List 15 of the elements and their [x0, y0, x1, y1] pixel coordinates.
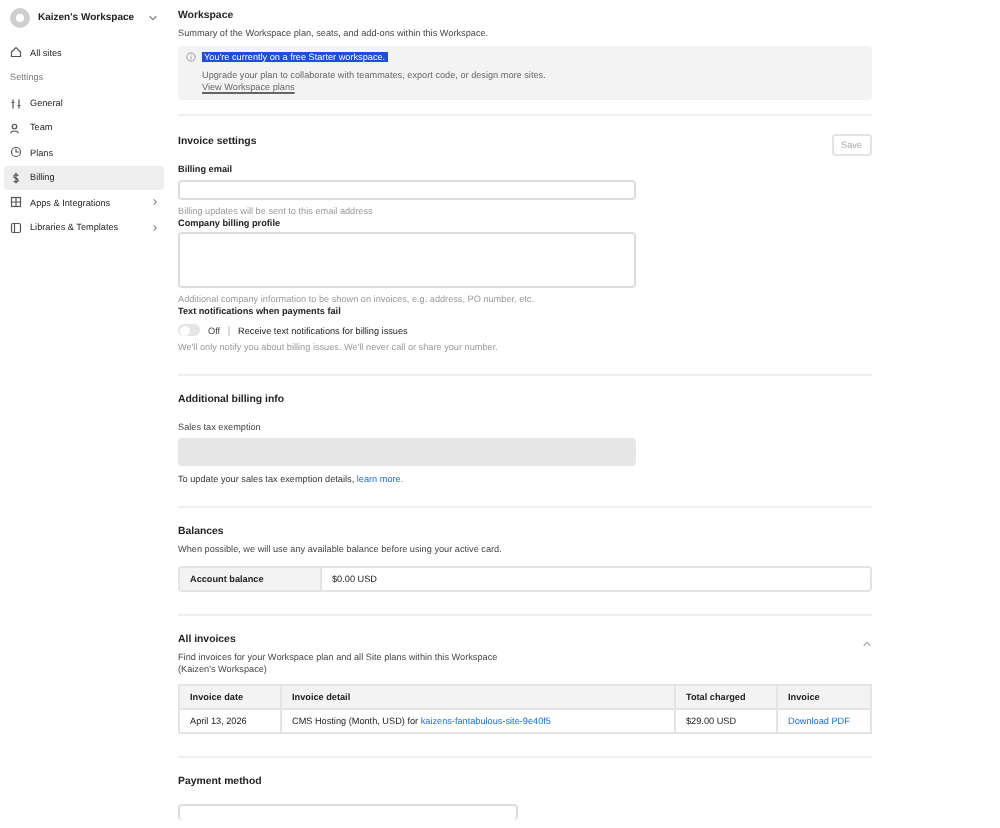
info-icon [186, 52, 196, 62]
home-icon [10, 46, 22, 59]
clock-icon [10, 146, 22, 159]
dollar-icon [10, 171, 22, 184]
avatar-icon [10, 8, 30, 28]
billing-profile-field[interactable] [178, 232, 636, 288]
toggle-switch[interactable] [178, 324, 200, 336]
billing-email-field[interactable] [178, 180, 636, 200]
grid-icon [10, 196, 22, 209]
sliders-icon [10, 97, 22, 110]
chevron-up-icon[interactable] [862, 639, 872, 647]
person-icon [10, 121, 22, 134]
payment-field[interactable] [178, 804, 518, 820]
book-icon [10, 221, 22, 234]
chevron-down-icon [148, 14, 158, 22]
